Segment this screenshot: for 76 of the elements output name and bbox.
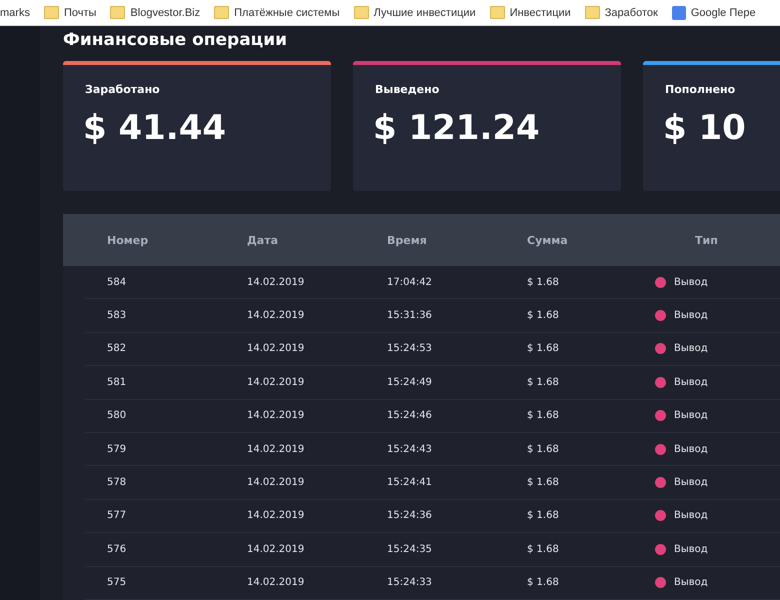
- type-label: Вывод: [674, 310, 708, 322]
- table-cell-text: $ 1.68: [526, 376, 560, 388]
- column-header: Номер: [106, 234, 150, 246]
- table-cell-text: $ 1.68: [526, 510, 560, 522]
- type-label: Вывод: [674, 577, 708, 588]
- type-label: Вывод: [674, 410, 708, 422]
- bookmark-link[interactable]: Blogvestor.Biz: [110, 6, 200, 19]
- column-header: Сумма: [526, 234, 569, 246]
- type-label: Вывод: [674, 544, 708, 555]
- table-cell-text: 578: [106, 477, 128, 488]
- table-cell-text: 15:24:43: [386, 444, 433, 455]
- bookmark-link[interactable]: Инвестиции: [490, 6, 571, 19]
- table-cell-text: 577: [106, 510, 128, 522]
- type-label: Вывод: [674, 376, 708, 388]
- table-cell-text: 583: [106, 310, 128, 322]
- table-cell-text: 14.02.2019: [246, 444, 306, 455]
- folder-icon: [584, 6, 600, 19]
- table-cell-text: 15:31:36: [386, 310, 433, 322]
- table-cell-text: $ 1.68: [526, 444, 560, 455]
- table-cell-text: $ 1.68: [526, 577, 560, 588]
- stat-label: Заработано: [84, 82, 161, 96]
- table-cell-text: 14.02.2019: [246, 477, 306, 488]
- table-cell-text: $ 1.68: [526, 276, 560, 288]
- table-cell-text: 575: [106, 577, 128, 588]
- table-cell-text: 15:24:33: [386, 577, 433, 588]
- table-cell-text: 14.02.2019: [246, 276, 306, 288]
- type-label: Вывод: [674, 343, 708, 354]
- table-cell-text: 584: [106, 276, 128, 288]
- type-label: Вывод: [674, 444, 708, 455]
- table-cell-text: $ 1.68: [526, 544, 560, 555]
- table-cell-text: 14.02.2019: [246, 376, 306, 388]
- type-label: Вывод: [674, 510, 708, 522]
- table-cell-text: $ 1.68: [526, 310, 560, 322]
- bookmark-link[interactable]: Заработок: [584, 6, 658, 19]
- table-cell-text: 15:24:49: [386, 376, 433, 388]
- table-cell-text: 14.02.2019: [246, 577, 306, 588]
- table-cell-text: 15:24:53: [386, 343, 433, 354]
- bookmark-link[interactable]: Платёжные системы: [214, 6, 340, 19]
- folder-icon: [214, 6, 230, 19]
- stat-value: $ 121.24: [372, 107, 541, 148]
- folder-icon: [490, 6, 505, 19]
- bookmark-link[interactable]: Лучшие инвестиции: [354, 6, 476, 19]
- table-cell-text: 15:24:41: [386, 477, 433, 488]
- column-header: Тип: [694, 234, 719, 246]
- folder-icon: [354, 6, 369, 19]
- table-cell-text: 15:24:36: [386, 510, 433, 522]
- type-label: Вывод: [674, 477, 708, 488]
- table-cell-text: 14.02.2019: [246, 544, 306, 555]
- table-cell-text: 580: [106, 410, 128, 422]
- type-label: Вывод: [674, 276, 708, 288]
- table-cell-text: 14.02.2019: [246, 510, 306, 522]
- table-cell-text: 576: [106, 544, 128, 555]
- stat-label: Выведено: [374, 82, 440, 96]
- table-cell-text: 14.02.2019: [246, 343, 306, 354]
- page-title: Финансовые операции: [63, 29, 288, 51]
- table-cell-text: 14.02.2019: [246, 310, 306, 322]
- stat-label: Пополнено: [664, 82, 736, 96]
- stat-value: $ 10: [662, 107, 747, 148]
- column-header: Время: [386, 234, 428, 246]
- folder-icon: [44, 6, 59, 19]
- bookmark-link[interactable]: Почты: [44, 6, 96, 19]
- table-cell-text: 579: [106, 444, 128, 455]
- table-cell-text: $ 1.68: [526, 410, 560, 422]
- table-cell-text: $ 1.68: [526, 477, 560, 488]
- table-cell-text: 582: [106, 343, 128, 354]
- bookmark-link[interactable]: marks: [0, 6, 30, 18]
- table-cell-text: $ 1.68: [526, 343, 560, 354]
- stat-value: $ 41.44: [82, 107, 228, 148]
- table-cell-text: 15:24:35: [386, 544, 433, 555]
- table-cell-text: 581: [106, 376, 128, 388]
- table-cell-text: 15:24:46: [386, 410, 433, 422]
- bookmark-link[interactable]: Google Пере: [672, 6, 756, 20]
- column-header: Дата: [246, 234, 280, 246]
- table-cell-text: 14.02.2019: [246, 410, 306, 422]
- table-cell-text: 17:04:42: [386, 276, 433, 288]
- folder-icon: [110, 6, 126, 19]
